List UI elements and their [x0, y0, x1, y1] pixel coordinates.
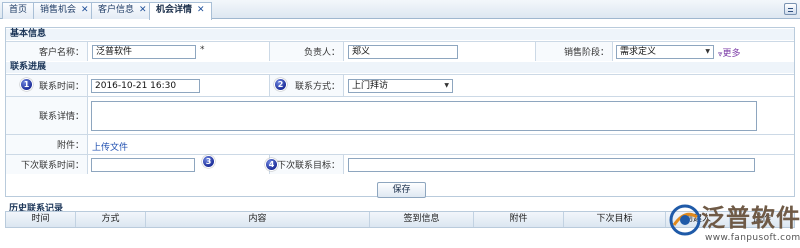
contact-detail-cell [88, 97, 794, 134]
opportunity-form: 基本信息 客户名称： 泛普软件 * 负责人： 郑义 销售阶段： 需求定义 ⩔更多… [5, 27, 795, 197]
next-contact-goal-cell [344, 155, 794, 174]
next-contact-time-input[interactable] [91, 158, 195, 172]
contact-time-input[interactable]: 2016-10-21 16:30 [91, 79, 200, 93]
required-mark: * [200, 45, 205, 55]
close-icon[interactable]: ✕ [81, 5, 89, 15]
brand-name: 泛普软件 [701, 204, 800, 232]
more-link[interactable]: ⩔更多 [718, 46, 741, 59]
contact-method-select[interactable]: 上门拜访 [348, 79, 453, 93]
column-header[interactable]: 方式 [76, 212, 146, 227]
column-header[interactable]: 时间 [6, 212, 76, 227]
row-basic: 客户名称： 泛普软件 * 负责人： 郑义 销售阶段： 需求定义 ⩔更多 [6, 41, 794, 61]
next-contact-goal-label-text: 下次联系目标： [276, 161, 340, 171]
owner-cell: 郑义 [344, 42, 536, 61]
contact-time-label-text: 联系时间： [38, 82, 84, 92]
close-icon[interactable]: ✕ [139, 5, 147, 15]
row-detail: 联系详情： [6, 96, 794, 134]
contact-detail-label: 联系详情： [6, 97, 88, 134]
column-header[interactable]: 下次目标 [564, 212, 666, 227]
row-attachment: 附件： 上传文件 [6, 134, 794, 154]
next-contact-time-cell: 3 [88, 155, 270, 174]
column-header[interactable]: 内容 [146, 212, 370, 227]
column-header[interactable]: 附件 [474, 212, 564, 227]
section-basic-info: 基本信息 [6, 29, 794, 40]
upload-file-link[interactable]: 上传文件 [92, 140, 128, 153]
more-label: 更多 [722, 49, 741, 59]
tab-bar: 首页 销售机会 ✕ 客户信息 ✕ 机会详情 ✕ [0, 0, 800, 20]
stage-cell: 需求定义 ⩔更多 [613, 42, 794, 61]
contact-time-cell: 2016-10-21 16:30 [88, 75, 270, 96]
tab-home[interactable]: 首页 [2, 2, 35, 19]
attachment-cell: 上传文件 [88, 135, 794, 154]
customer-label: 客户名称： [6, 42, 88, 61]
tab-label: 机会详情 [156, 5, 193, 15]
save-button[interactable]: 保存 [377, 182, 426, 198]
section-progress: 联系进展 [6, 62, 794, 73]
row-contact: 1 联系时间： 2016-10-21 16:30 2 联系方式： 上门拜访 [6, 74, 794, 96]
brand-logo-icon [669, 204, 701, 236]
contact-method-label-text: 联系方式： [294, 82, 340, 92]
step-1-badge: 1 [20, 78, 33, 91]
contact-detail-textarea[interactable] [91, 101, 757, 131]
brand-watermark: 泛普软件 www.fanpusoft.com [668, 203, 800, 248]
close-icon[interactable]: ✕ [197, 5, 205, 15]
contact-method-label: 2 联系方式： [270, 75, 344, 96]
sales-stage-select[interactable]: 需求定义 [616, 45, 714, 59]
stage-label: 销售阶段： [536, 42, 613, 61]
brand-url: www.fanpusoft.com [705, 233, 800, 243]
tab-opportunity-detail[interactable]: 机会详情 ✕ [149, 2, 212, 20]
contact-time-label: 1 联系时间： [6, 75, 88, 96]
tab-sales-opportunity[interactable]: 销售机会 ✕ [33, 2, 96, 19]
step-4-badge: 4 [265, 158, 278, 171]
step-3-badge: 3 [202, 155, 215, 168]
tab-label: 首页 [9, 5, 28, 15]
next-contact-goal-input[interactable] [348, 158, 755, 172]
tab-customer-info[interactable]: 客户信息 ✕ [91, 2, 154, 19]
attachment-label: 附件： [6, 135, 88, 154]
tab-list-icon[interactable] [784, 3, 797, 15]
step-2-badge: 2 [274, 78, 287, 91]
tab-label: 销售机会 [40, 5, 77, 15]
tab-label: 客户信息 [98, 5, 135, 15]
customer-cell: 泛普软件 * [88, 42, 270, 61]
next-contact-goal-label: 4 下次联系目标： [265, 155, 344, 174]
contact-method-cell: 上门拜访 [344, 75, 794, 96]
column-header[interactable]: 签到信息 [370, 212, 474, 227]
next-contact-time-label: 下次联系时间： [6, 155, 88, 174]
row-next-contact: 下次联系时间： 3 4 下次联系目标： [6, 154, 794, 174]
owner-input[interactable]: 郑义 [348, 45, 458, 59]
customer-name-input[interactable]: 泛普软件 [92, 45, 196, 59]
owner-label: 负责人： [270, 42, 344, 61]
